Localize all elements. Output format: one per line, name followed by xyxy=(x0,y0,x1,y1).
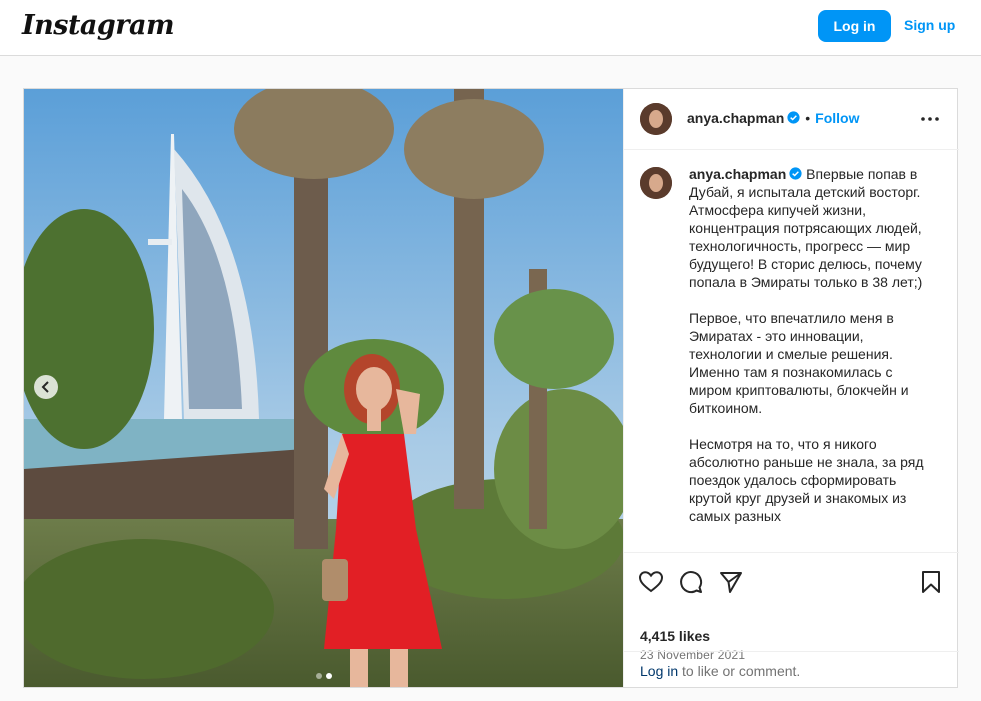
top-bar: Instagram Log in Sign up xyxy=(0,0,981,56)
follow-button[interactable]: Follow xyxy=(815,110,859,126)
avatar[interactable] xyxy=(640,103,672,135)
bookmark-icon[interactable] xyxy=(918,569,944,595)
username-link[interactable]: anya.chapman xyxy=(687,110,784,126)
caption-paragraph: anya.chapman Впервые попав в Дубай, я ис… xyxy=(689,165,937,291)
caption-text: anya.chapman Впервые попав в Дубай, я ис… xyxy=(689,165,937,543)
login-prompt-link[interactable]: Log in xyxy=(640,663,678,679)
caption-paragraph-1: Впервые попав в Дубай, я испытала детски… xyxy=(689,166,923,290)
caption-avatar[interactable] xyxy=(640,167,672,199)
carousel-indicator xyxy=(316,666,336,684)
caption-paragraph-2: Первое, что впечатлило меня в Эмиратах -… xyxy=(689,310,909,416)
carousel-prev-button[interactable] xyxy=(34,375,58,399)
post-photo-image xyxy=(24,89,623,687)
login-prompt: Log in to like or comment. xyxy=(624,651,959,687)
caption-paragraph-3: Несмотря на то, что я никого абсолютно р… xyxy=(689,436,924,524)
signup-link[interactable]: Sign up xyxy=(904,17,955,33)
separator: • xyxy=(805,110,811,126)
heart-icon[interactable] xyxy=(638,569,664,595)
carousel-dot-active xyxy=(326,673,332,679)
comment-icon[interactable] xyxy=(678,569,704,595)
post-header: anya.chapman • Follow xyxy=(624,89,959,150)
carousel-dot xyxy=(316,673,322,679)
verified-badge-icon xyxy=(787,111,800,124)
verified-badge-icon xyxy=(789,167,802,180)
avatar-image xyxy=(640,167,672,199)
login-button[interactable]: Log in xyxy=(818,10,891,42)
post-card: anya.chapman • Follow anya.chapman Впервые… xyxy=(23,88,959,688)
caption-area[interactable]: anya.chapman Впервые попав в Дубай, я ис… xyxy=(624,151,959,552)
share-icon[interactable] xyxy=(718,569,744,595)
likes-count[interactable]: 4,415 likes xyxy=(640,628,710,644)
post-side-panel: anya.chapman • Follow anya.chapman Впервые… xyxy=(623,89,959,687)
login-prompt-text: to like or comment. xyxy=(678,663,801,679)
post-photo[interactable] xyxy=(24,89,623,687)
chevron-left-icon xyxy=(41,381,49,393)
more-options-icon[interactable] xyxy=(920,111,940,127)
instagram-logo[interactable]: Instagram xyxy=(22,10,175,41)
caption-username[interactable]: anya.chapman xyxy=(689,166,786,182)
avatar-image xyxy=(640,103,672,135)
post-header-line: anya.chapman • Follow xyxy=(687,110,860,128)
